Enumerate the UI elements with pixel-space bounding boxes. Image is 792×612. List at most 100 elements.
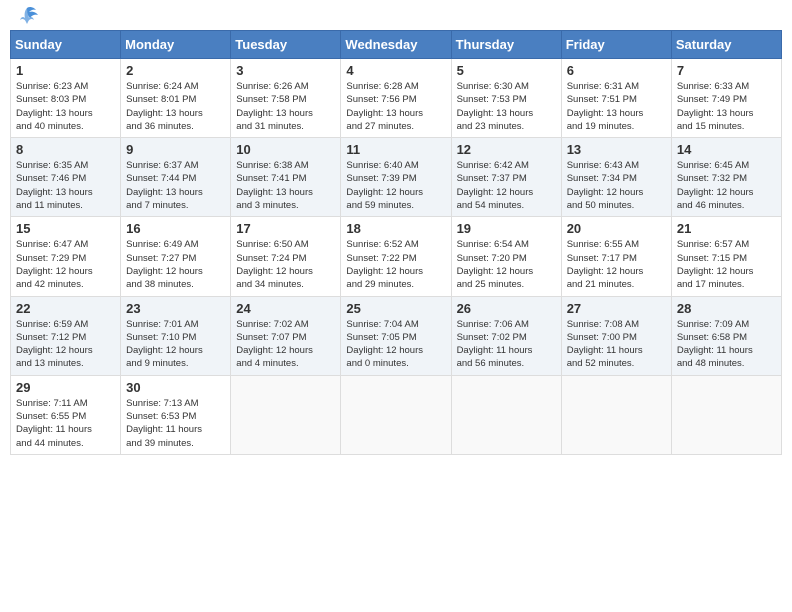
day-number: 7: [677, 63, 776, 78]
day-number: 25: [346, 301, 445, 316]
calendar-header-monday: Monday: [121, 31, 231, 59]
day-number: 23: [126, 301, 225, 316]
day-number: 4: [346, 63, 445, 78]
day-info: Sunrise: 6:42 AMSunset: 7:37 PMDaylight:…: [457, 159, 556, 212]
day-number: 15: [16, 221, 115, 236]
day-info: Sunrise: 6:35 AMSunset: 7:46 PMDaylight:…: [16, 159, 115, 212]
calendar-cell: 28 Sunrise: 7:09 AMSunset: 6:58 PMDayligh…: [671, 296, 781, 375]
day-number: 9: [126, 142, 225, 157]
calendar-header-friday: Friday: [561, 31, 671, 59]
day-number: 8: [16, 142, 115, 157]
day-number: 20: [567, 221, 666, 236]
calendar-week-row: 8 Sunrise: 6:35 AMSunset: 7:46 PMDaylight…: [11, 138, 782, 217]
day-info: Sunrise: 6:49 AMSunset: 7:27 PMDaylight:…: [126, 238, 225, 291]
day-info: Sunrise: 7:01 AMSunset: 7:10 PMDaylight:…: [126, 318, 225, 371]
calendar-cell: 3 Sunrise: 6:26 AMSunset: 7:58 PMDaylight…: [231, 59, 341, 138]
day-info: Sunrise: 6:26 AMSunset: 7:58 PMDaylight:…: [236, 80, 335, 133]
calendar-cell: 6 Sunrise: 6:31 AMSunset: 7:51 PMDaylight…: [561, 59, 671, 138]
day-info: Sunrise: 6:45 AMSunset: 7:32 PMDaylight:…: [677, 159, 776, 212]
calendar-cell: [561, 375, 671, 454]
day-number: 2: [126, 63, 225, 78]
day-number: 19: [457, 221, 556, 236]
calendar-cell: 17 Sunrise: 6:50 AMSunset: 7:24 PMDayligh…: [231, 217, 341, 296]
day-info: Sunrise: 6:52 AMSunset: 7:22 PMDaylight:…: [346, 238, 445, 291]
calendar-cell: 11 Sunrise: 6:40 AMSunset: 7:39 PMDayligh…: [341, 138, 451, 217]
day-number: 11: [346, 142, 445, 157]
day-number: 5: [457, 63, 556, 78]
calendar-cell: 21 Sunrise: 6:57 AMSunset: 7:15 PMDayligh…: [671, 217, 781, 296]
day-number: 12: [457, 142, 556, 157]
calendar-cell: 25 Sunrise: 7:04 AMSunset: 7:05 PMDayligh…: [341, 296, 451, 375]
day-number: 17: [236, 221, 335, 236]
calendar-header-saturday: Saturday: [671, 31, 781, 59]
calendar-cell: 23 Sunrise: 7:01 AMSunset: 7:10 PMDayligh…: [121, 296, 231, 375]
day-info: Sunrise: 6:47 AMSunset: 7:29 PMDaylight:…: [16, 238, 115, 291]
logo-bird-icon: [16, 6, 38, 26]
day-info: Sunrise: 6:59 AMSunset: 7:12 PMDaylight:…: [16, 318, 115, 371]
day-info: Sunrise: 7:09 AMSunset: 6:58 PMDaylight:…: [677, 318, 776, 371]
calendar-week-row: 15 Sunrise: 6:47 AMSunset: 7:29 PMDayligh…: [11, 217, 782, 296]
day-info: Sunrise: 6:38 AMSunset: 7:41 PMDaylight:…: [236, 159, 335, 212]
day-info: Sunrise: 6:50 AMSunset: 7:24 PMDaylight:…: [236, 238, 335, 291]
day-info: Sunrise: 6:54 AMSunset: 7:20 PMDaylight:…: [457, 238, 556, 291]
day-info: Sunrise: 6:40 AMSunset: 7:39 PMDaylight:…: [346, 159, 445, 212]
day-number: 16: [126, 221, 225, 236]
day-number: 29: [16, 380, 115, 395]
calendar-cell: 30 Sunrise: 7:13 AMSunset: 6:53 PMDayligh…: [121, 375, 231, 454]
calendar-cell: 24Sunrise: 7:02 AMSunset: 7:07 PMDayligh…: [231, 296, 341, 375]
day-number: 6: [567, 63, 666, 78]
calendar-cell: 27Sunrise: 7:08 AMSunset: 7:00 PMDayligh…: [561, 296, 671, 375]
day-number: 28: [677, 301, 776, 316]
day-number: 18: [346, 221, 445, 236]
calendar-cell: 19 Sunrise: 6:54 AMSunset: 7:20 PMDayligh…: [451, 217, 561, 296]
calendar-cell: 9 Sunrise: 6:37 AMSunset: 7:44 PMDaylight…: [121, 138, 231, 217]
day-number: 3: [236, 63, 335, 78]
calendar-cell: 14Sunrise: 6:45 AMSunset: 7:32 PMDayligh…: [671, 138, 781, 217]
calendar-cell: 5 Sunrise: 6:30 AMSunset: 7:53 PMDaylight…: [451, 59, 561, 138]
day-info: Sunrise: 6:28 AMSunset: 7:56 PMDaylight:…: [346, 80, 445, 133]
calendar-cell: 16 Sunrise: 6:49 AMSunset: 7:27 PMDayligh…: [121, 217, 231, 296]
calendar-cell: 2Sunrise: 6:24 AMSunset: 8:01 PMDaylight…: [121, 59, 231, 138]
calendar-header-tuesday: Tuesday: [231, 31, 341, 59]
calendar-cell: 26Sunrise: 7:06 AMSunset: 7:02 PMDayligh…: [451, 296, 561, 375]
logo: [14, 10, 38, 22]
calendar-cell: [451, 375, 561, 454]
day-info: Sunrise: 6:55 AMSunset: 7:17 PMDaylight:…: [567, 238, 666, 291]
calendar-header-thursday: Thursday: [451, 31, 561, 59]
calendar-cell: [341, 375, 451, 454]
calendar-week-row: 29Sunrise: 7:11 AMSunset: 6:55 PMDayligh…: [11, 375, 782, 454]
calendar-week-row: 1 Sunrise: 6:23 AMSunset: 8:03 PMDaylight…: [11, 59, 782, 138]
calendar-cell: 10 Sunrise: 6:38 AMSunset: 7:41 PMDayligh…: [231, 138, 341, 217]
day-number: 21: [677, 221, 776, 236]
day-number: 10: [236, 142, 335, 157]
calendar-cell: 12 Sunrise: 6:42 AMSunset: 7:37 PMDayligh…: [451, 138, 561, 217]
calendar-cell: 22 Sunrise: 6:59 AMSunset: 7:12 PMDayligh…: [11, 296, 121, 375]
day-number: 30: [126, 380, 225, 395]
calendar-header-row: SundayMondayTuesdayWednesdayThursdayFrid…: [11, 31, 782, 59]
day-info: Sunrise: 6:30 AMSunset: 7:53 PMDaylight:…: [457, 80, 556, 133]
day-info: Sunrise: 6:37 AMSunset: 7:44 PMDaylight:…: [126, 159, 225, 212]
page-header: [10, 10, 782, 22]
calendar-cell: 29Sunrise: 7:11 AMSunset: 6:55 PMDayligh…: [11, 375, 121, 454]
day-info: Sunrise: 7:04 AMSunset: 7:05 PMDaylight:…: [346, 318, 445, 371]
calendar-header-wednesday: Wednesday: [341, 31, 451, 59]
calendar-cell: 13Sunrise: 6:43 AMSunset: 7:34 PMDayligh…: [561, 138, 671, 217]
day-info: Sunrise: 6:23 AMSunset: 8:03 PMDaylight:…: [16, 80, 115, 133]
day-number: 1: [16, 63, 115, 78]
calendar-cell: 1 Sunrise: 6:23 AMSunset: 8:03 PMDaylight…: [11, 59, 121, 138]
day-info: Sunrise: 6:57 AMSunset: 7:15 PMDaylight:…: [677, 238, 776, 291]
day-info: Sunrise: 7:08 AMSunset: 7:00 PMDaylight:…: [567, 318, 666, 371]
day-number: 13: [567, 142, 666, 157]
calendar-cell: 4 Sunrise: 6:28 AMSunset: 7:56 PMDaylight…: [341, 59, 451, 138]
calendar-cell: [671, 375, 781, 454]
day-info: Sunrise: 7:02 AMSunset: 7:07 PMDaylight:…: [236, 318, 335, 371]
day-number: 22: [16, 301, 115, 316]
calendar-header-sunday: Sunday: [11, 31, 121, 59]
day-info: Sunrise: 7:13 AMSunset: 6:53 PMDaylight:…: [126, 397, 225, 450]
calendar-week-row: 22 Sunrise: 6:59 AMSunset: 7:12 PMDayligh…: [11, 296, 782, 375]
calendar-cell: [231, 375, 341, 454]
calendar-cell: 8 Sunrise: 6:35 AMSunset: 7:46 PMDaylight…: [11, 138, 121, 217]
day-info: Sunrise: 6:31 AMSunset: 7:51 PMDaylight:…: [567, 80, 666, 133]
calendar-cell: 15 Sunrise: 6:47 AMSunset: 7:29 PMDayligh…: [11, 217, 121, 296]
calendar-cell: 7Sunrise: 6:33 AMSunset: 7:49 PMDaylight…: [671, 59, 781, 138]
